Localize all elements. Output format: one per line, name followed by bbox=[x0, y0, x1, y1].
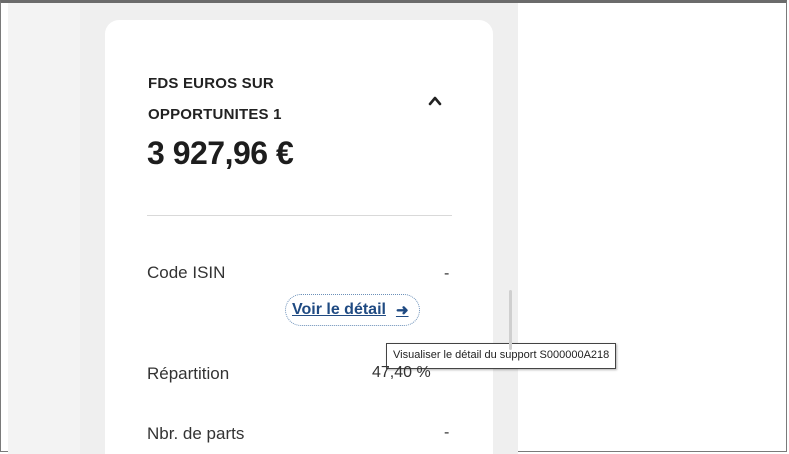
fund-amount: 3 927,96 € bbox=[147, 135, 294, 171]
arrow-right-icon: ➜ bbox=[395, 302, 409, 319]
repartition-value: 47,40 % bbox=[372, 364, 431, 381]
isin-value: - bbox=[444, 265, 450, 282]
side-gutter bbox=[8, 3, 80, 454]
fund-name: FDS EUROS SUR OPPORTUNITES 1 bbox=[148, 75, 282, 123]
divider bbox=[147, 215, 452, 216]
parts-value: - bbox=[444, 424, 450, 441]
repartition-label: Répartition bbox=[147, 364, 230, 383]
chevron-up-icon[interactable] bbox=[428, 94, 442, 108]
isin-label: Code ISIN bbox=[147, 263, 226, 282]
view-detail-link[interactable]: Voir le détail ➜ bbox=[285, 294, 420, 326]
view-detail-label: Voir le détail bbox=[292, 301, 386, 318]
parts-label: Nbr. de parts bbox=[147, 424, 245, 443]
scrollbar[interactable] bbox=[509, 290, 512, 350]
